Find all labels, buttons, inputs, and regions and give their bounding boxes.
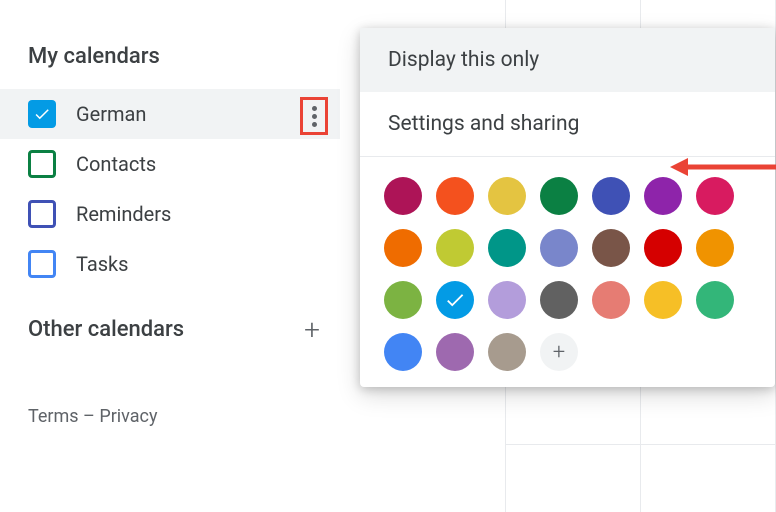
calendar-label: Reminders (76, 202, 171, 226)
color-swatch[interactable] (644, 281, 682, 319)
footer-separator: – (79, 406, 100, 427)
calendar-item-tasks[interactable]: Tasks (0, 239, 340, 289)
calendar-item-reminders[interactable]: Reminders (0, 189, 340, 239)
color-swatches: + (360, 157, 775, 387)
color-swatch[interactable] (436, 333, 474, 371)
add-custom-color-button[interactable]: + (540, 333, 578, 371)
check-icon (33, 105, 51, 123)
color-swatch[interactable] (384, 281, 422, 319)
checkbox-contacts[interactable] (28, 150, 56, 178)
footer-links: Terms – Privacy (0, 366, 340, 427)
color-swatch[interactable] (540, 281, 578, 319)
settings-and-sharing-item[interactable]: Settings and sharing (360, 92, 775, 156)
terms-link[interactable]: Terms (28, 406, 79, 427)
color-swatch[interactable] (696, 177, 734, 215)
color-swatch[interactable] (436, 229, 474, 267)
add-calendar-button[interactable]: + (304, 313, 320, 346)
color-swatch[interactable] (540, 229, 578, 267)
check-icon (444, 289, 466, 311)
color-swatch[interactable] (644, 229, 682, 267)
calendar-label: Tasks (76, 252, 129, 276)
privacy-link[interactable]: Privacy (99, 406, 157, 427)
color-swatch[interactable] (696, 229, 734, 267)
color-swatch[interactable] (592, 229, 630, 267)
annotation-highlight-box (300, 97, 328, 135)
checkbox-german[interactable] (28, 100, 56, 128)
color-swatch[interactable] (436, 177, 474, 215)
color-swatch[interactable] (488, 177, 526, 215)
display-this-only-item[interactable]: Display this only (360, 28, 775, 92)
color-swatch[interactable] (488, 229, 526, 267)
calendar-item-german[interactable]: German (0, 89, 340, 139)
color-swatch[interactable] (644, 177, 682, 215)
calendar-item-contacts[interactable]: Contacts (0, 139, 340, 189)
color-swatch[interactable] (488, 333, 526, 371)
my-calendars-header[interactable]: My calendars (0, 20, 340, 89)
checkbox-tasks[interactable] (28, 250, 56, 278)
color-swatch[interactable] (384, 229, 422, 267)
sidebar: My calendars German Contacts Reminders T… (0, 0, 340, 427)
color-swatch[interactable] (540, 177, 578, 215)
calendar-options-popup: Display this only Settings and sharing + (360, 28, 775, 387)
color-swatch[interactable] (384, 333, 422, 371)
kebab-icon[interactable] (312, 106, 317, 127)
calendar-label: German (76, 102, 146, 126)
color-swatch[interactable] (696, 281, 734, 319)
color-swatch[interactable] (488, 281, 526, 319)
checkbox-reminders[interactable] (28, 200, 56, 228)
color-swatch[interactable] (436, 281, 474, 319)
color-swatch[interactable] (592, 177, 630, 215)
calendar-label: Contacts (76, 152, 156, 176)
color-swatch[interactable] (592, 281, 630, 319)
color-swatch[interactable] (384, 177, 422, 215)
other-calendars-header[interactable]: Other calendars (28, 317, 184, 342)
